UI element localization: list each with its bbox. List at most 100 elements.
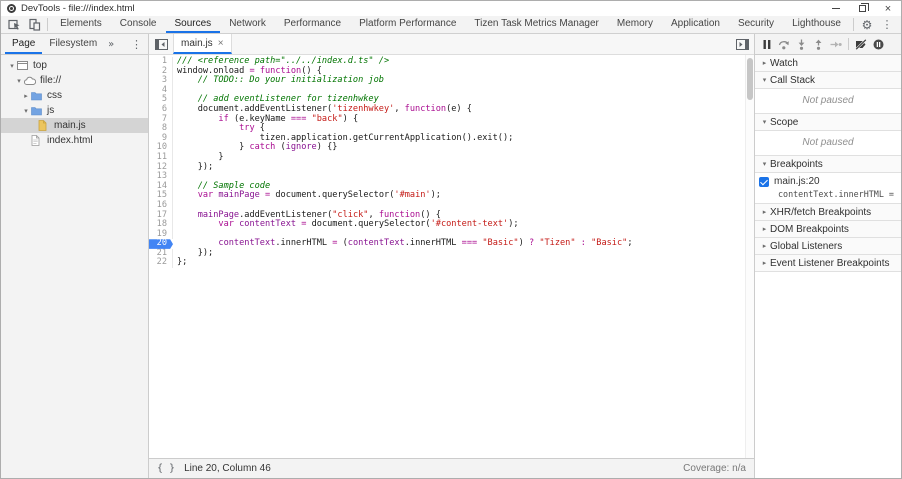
close-button[interactable]: ×	[875, 1, 901, 16]
section-title: Watch	[770, 58, 798, 69]
device-toolbar-icon[interactable]	[25, 17, 45, 33]
pause-script-icon[interactable]	[762, 39, 772, 50]
step-out-icon[interactable]	[813, 39, 824, 50]
code-line-3: 3 // TODO:: Do your initialization job	[149, 76, 745, 86]
tab-sources[interactable]: Sources	[166, 16, 221, 33]
code-line-text[interactable]: };	[173, 258, 187, 268]
tab-performance[interactable]: Performance	[275, 16, 350, 33]
coverage-status: Coverage: n/a	[683, 463, 746, 474]
line-number[interactable]: 2	[149, 67, 173, 77]
tab-console[interactable]: Console	[111, 16, 166, 33]
line-number[interactable]: 3	[149, 76, 173, 86]
line-number[interactable]: 5	[149, 95, 173, 105]
script-icon	[38, 120, 51, 131]
chevron-down-icon[interactable]: ▾	[7, 62, 17, 70]
tab-overflow-chevrons[interactable]: »	[104, 34, 118, 54]
code-line-10: 10 } catch (ignore) {}	[149, 143, 745, 153]
code-line-20: 20 contentText.innerHTML = (contentText.…	[149, 239, 745, 249]
code-line-18: 18 var contentText = document.querySelec…	[149, 220, 745, 230]
breakpoint-row: main.js:20	[759, 176, 897, 187]
breakpoint-entry[interactable]: main.js:20 contentText.innerHTML = (co…	[755, 173, 901, 203]
editor-tab-mainjs[interactable]: main.js ×	[173, 34, 232, 54]
section-xhr-fetch-breakpoints[interactable]: ▸XHR/fetch Breakpoints	[755, 204, 901, 221]
line-number[interactable]: 19	[149, 230, 173, 240]
line-number[interactable]: 4	[149, 86, 173, 96]
navigator-kebab-menu-icon[interactable]: ⋮	[125, 34, 148, 54]
section-body-call-stack: Not paused	[755, 89, 901, 114]
status-bar: { } Line 20, Column 46 Coverage: n/a	[149, 458, 754, 478]
section-title: XHR/fetch Breakpoints	[770, 207, 871, 218]
tab-tizen-task-metrics-manager[interactable]: Tizen Task Metrics Manager	[465, 16, 608, 33]
editor-scrollbar[interactable]	[745, 55, 754, 458]
tab-security[interactable]: Security	[729, 16, 783, 33]
tab-lighthouse[interactable]: Lighthouse	[783, 16, 850, 33]
code-line-22: 22};	[149, 258, 745, 268]
tab-close-icon[interactable]: ×	[218, 38, 224, 49]
code-line-text[interactable]: contentText.innerHTML = (contentText.inn…	[173, 239, 633, 249]
line-number[interactable]: 1	[149, 57, 173, 67]
tree-item-main-js[interactable]: main.js	[1, 118, 148, 133]
restore-button[interactable]	[849, 1, 875, 16]
chevron-down-icon: ▾	[759, 76, 770, 84]
section-scope[interactable]: ▾Scope	[755, 114, 901, 131]
section-global-listeners[interactable]: ▸Global Listeners	[755, 238, 901, 255]
section-event-listener-breakpoints[interactable]: ▸Event Listener Breakpoints	[755, 255, 901, 272]
tree-item-css[interactable]: ▸css	[1, 88, 148, 103]
toolbar-separator	[47, 18, 48, 31]
tab-application[interactable]: Application	[662, 16, 729, 33]
line-number[interactable]: 7	[149, 115, 173, 125]
tree-item-label: index.html	[44, 135, 93, 146]
section-call-stack[interactable]: ▾Call Stack	[755, 72, 901, 89]
pretty-print-icon[interactable]: { }	[157, 463, 175, 474]
minimize-button[interactable]	[823, 1, 849, 16]
code-line-text[interactable]: });	[173, 163, 213, 173]
tab-memory[interactable]: Memory	[608, 16, 662, 33]
breakpoint-snippet[interactable]: contentText.innerHTML = (co…	[778, 189, 897, 199]
chevron-down-icon: ▾	[759, 160, 770, 168]
code-line-12: 12 });	[149, 163, 745, 173]
code-line-text[interactable]: // TODO:: Do your initialization job	[173, 76, 384, 86]
toolbar-separator	[848, 38, 849, 50]
settings-gear-icon[interactable]: ⚙	[857, 17, 877, 33]
pause-on-exceptions-icon[interactable]	[873, 39, 884, 50]
navigator-tab-filesystem[interactable]: Filesystem	[42, 34, 104, 54]
breakpoint-marker[interactable]: 20	[149, 239, 173, 249]
toggle-navigator-icon[interactable]	[149, 34, 173, 54]
inspect-element-icon[interactable]	[5, 17, 25, 33]
breakpoint-checkbox[interactable]	[759, 177, 769, 187]
kebab-menu-icon[interactable]: ⋮	[877, 17, 897, 33]
section-breakpoints[interactable]: ▾Breakpoints	[755, 156, 901, 173]
chevron-right-icon[interactable]: ▸	[21, 92, 31, 100]
not-paused-message: Not paused	[755, 131, 901, 155]
chevron-down-icon[interactable]: ▾	[14, 77, 24, 85]
tab-elements[interactable]: Elements	[51, 16, 111, 33]
step-into-icon[interactable]	[796, 39, 807, 50]
breakpoint-location: main.js:20	[774, 176, 820, 187]
line-number[interactable]: 22	[149, 258, 173, 268]
folder-icon	[31, 106, 44, 116]
section-title: Scope	[770, 117, 798, 128]
section-dom-breakpoints[interactable]: ▸DOM Breakpoints	[755, 221, 901, 238]
deactivate-breakpoints-icon[interactable]	[855, 39, 867, 50]
title-bar: DevTools - file:///index.html ×	[1, 1, 901, 16]
chevron-down-icon[interactable]: ▾	[21, 107, 31, 115]
step-over-icon[interactable]	[778, 39, 790, 50]
step-icon[interactable]	[830, 39, 842, 50]
tree-item-file[interactable]: ▾file://	[1, 73, 148, 88]
tab-network[interactable]: Network	[220, 16, 275, 33]
code-line-text[interactable]: var contentText = document.querySelector…	[173, 220, 519, 230]
cloud-icon	[24, 76, 37, 86]
line-number[interactable]: 8	[149, 124, 173, 134]
tree-item-index-html[interactable]: index.html	[1, 133, 148, 148]
tree-item-top[interactable]: ▾top	[1, 58, 148, 73]
tree-item-js[interactable]: ▾js	[1, 103, 148, 118]
line-number[interactable]: 6	[149, 105, 173, 115]
tab-platform-performance[interactable]: Platform Performance	[350, 16, 465, 33]
navigator-tab-page[interactable]: Page	[5, 34, 42, 54]
code-line-text[interactable]: var mainPage = document.querySelector('#…	[173, 191, 441, 201]
code-editor[interactable]: 1/// <reference path="../../index.d.ts" …	[149, 55, 745, 458]
section-watch[interactable]: ▸Watch	[755, 55, 901, 72]
toggle-debugger-sidebar-icon[interactable]	[730, 34, 754, 54]
chevron-right-icon: ▸	[759, 59, 770, 67]
scrollbar-thumb[interactable]	[747, 58, 753, 100]
